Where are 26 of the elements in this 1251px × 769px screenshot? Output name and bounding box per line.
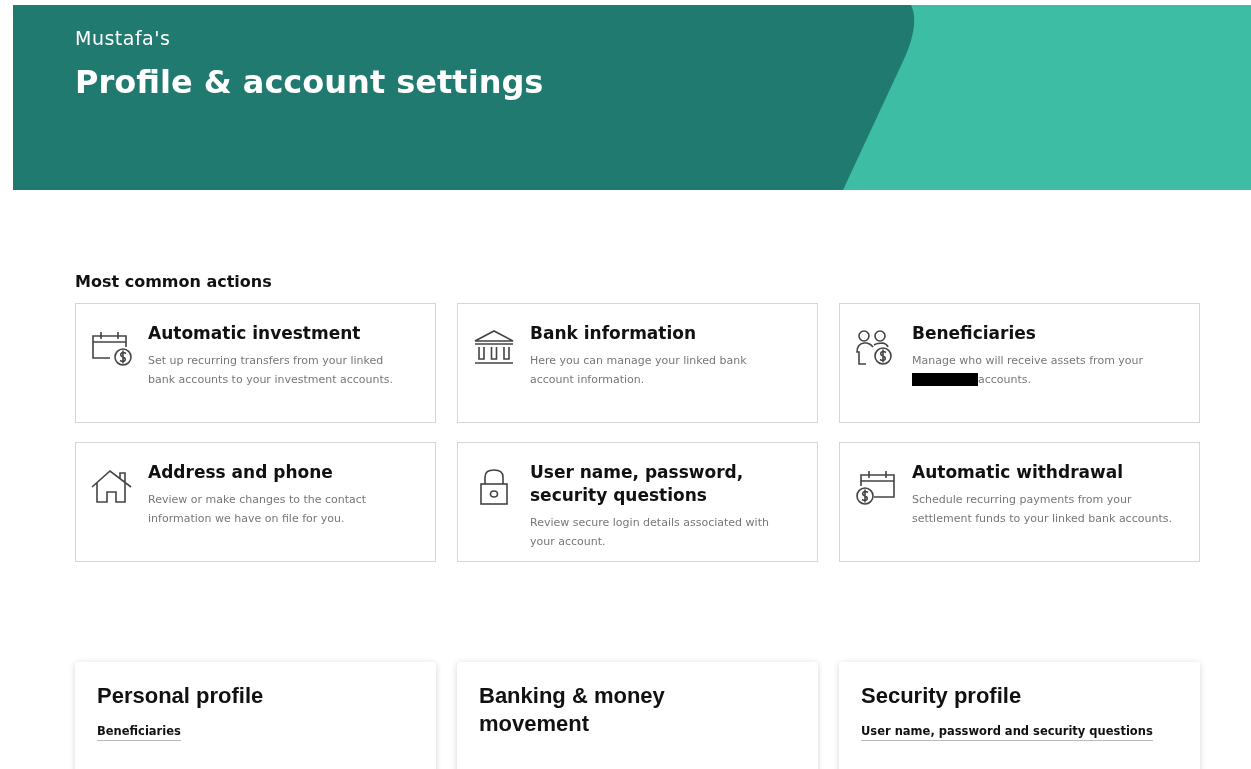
action-card[interactable]: Bank information Here you can manage your linked bank account information. bbox=[457, 303, 818, 423]
card-title: Beneficiaries bbox=[912, 322, 1036, 345]
card-description: Review secure login details associated with your account. bbox=[530, 514, 770, 550]
section-link[interactable]: Beneficiaries bbox=[97, 723, 181, 741]
card-title: Automatic withdrawal bbox=[912, 461, 1123, 484]
card-description: Here you can manage your linked bank account information. bbox=[530, 352, 748, 388]
card-title: Bank information bbox=[530, 322, 697, 345]
section-card-title: Security profile bbox=[861, 682, 1022, 710]
action-card[interactable]: User name, password, security questions Review secure login details associated with your account. bbox=[457, 442, 818, 562]
section-card-title: Banking & money movement bbox=[479, 682, 666, 737]
section-card-title: Personal profile bbox=[97, 682, 264, 710]
card-description: Set up recurring transfers from your linked bank accounts to your investment accounts. bbox=[148, 352, 395, 388]
section-heading: Most common actions bbox=[75, 272, 273, 291]
page-title: Profile & account settings bbox=[75, 63, 544, 101]
action-card[interactable]: Beneficiaries Manage who will receive assets from your accounts. bbox=[839, 303, 1200, 423]
card-title: Automatic investment bbox=[148, 322, 361, 345]
card-title: Address and phone bbox=[148, 461, 333, 484]
action-card[interactable]: Automatic investment Set up recurring transfers from your linked bank accounts to your investment accounts. bbox=[75, 303, 436, 423]
section-link[interactable]: User name, password and security questions bbox=[861, 723, 1153, 741]
action-card[interactable]: Address and phone Review or make changes to the contact information we have on file for you. bbox=[75, 442, 436, 562]
card-description: Manage who will receive assets from your accounts. bbox=[912, 352, 1145, 389]
account-owner: Mustafa's bbox=[75, 27, 171, 49]
card-title: User name, password, security questions bbox=[530, 461, 745, 507]
card-description: Review or make changes to the contact information we have on file for you. bbox=[148, 491, 368, 527]
card-description: Schedule recurring payments from your settlement funds to your linked bank accounts. bbox=[912, 491, 1173, 527]
action-card[interactable]: Automatic withdrawal Schedule recurring payments from your settlement funds to your linked bank accounts. bbox=[839, 442, 1200, 562]
